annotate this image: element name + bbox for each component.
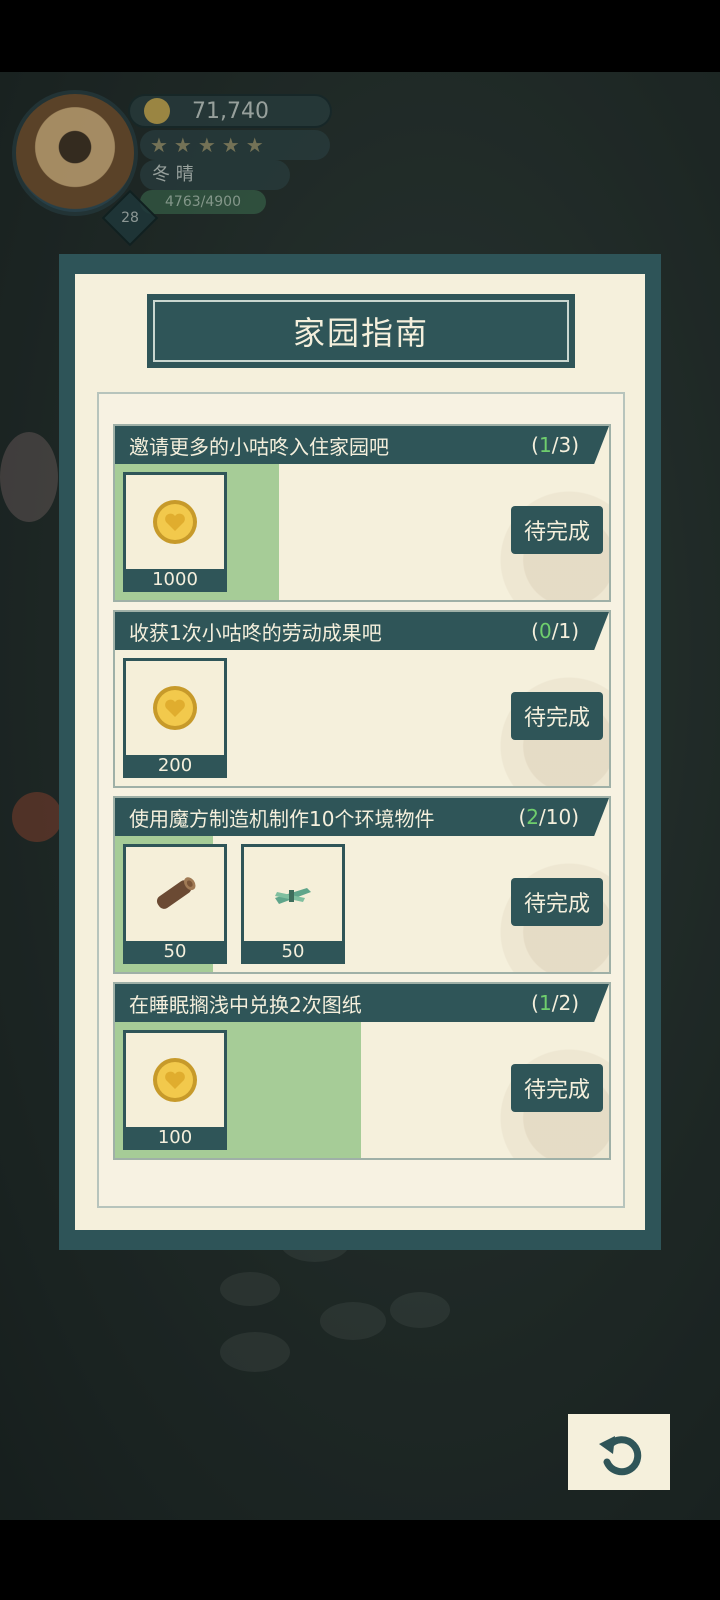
- task-name: 收获1次小咕咚的劳动成果吧: [129, 620, 382, 645]
- dialog-title-box: 家园指南: [147, 294, 575, 368]
- back-arrow-icon: [599, 1436, 642, 1476]
- gold-coin-icon: [153, 686, 197, 730]
- rating-stars: ★★★★★: [140, 130, 330, 160]
- season-weather: 冬 晴: [140, 160, 290, 190]
- reward-slot: 200: [123, 658, 227, 778]
- grass-bundle-icon: [275, 888, 311, 904]
- back-button[interactable]: [568, 1414, 670, 1490]
- reward-quantity: 200: [157, 755, 193, 776]
- coin-counter: 71,740: [128, 94, 332, 128]
- task-list: 邀请更多的小咕咚入住家园吧 (1/3) 1000 待完成 收获1次小咕咚的劳动成…: [97, 392, 625, 1208]
- reward-quantity: 1000: [152, 569, 198, 590]
- task-name: 使用魔方制造机制作10个环境物件: [129, 806, 435, 831]
- task-header: 邀请更多的小咕咚入住家园吧 (1/3): [115, 426, 609, 464]
- xp-bar: 4763/4900: [140, 190, 266, 214]
- wood-log-icon: [156, 877, 196, 909]
- task-count: (1/3): [531, 433, 579, 457]
- reward-quantity: 50: [163, 941, 187, 962]
- coin-value: 71,740: [192, 98, 269, 124]
- gold-coin-icon: [153, 1058, 197, 1102]
- task-name: 邀请更多的小咕咚入住家园吧: [129, 434, 389, 459]
- reward-slot: 50: [241, 844, 345, 964]
- player-hud: 71,740 ★★★★★ 冬 晴 4763/4900 28: [0, 72, 720, 272]
- task-header: 在睡眠搁浅中兑换2次图纸 (1/2): [115, 984, 609, 1022]
- task-count: (1/2): [531, 991, 579, 1015]
- dialog-body: 家园指南 邀请更多的小咕咚入住家园吧 (1/3) 1000 待完成 收获1次小咕…: [75, 274, 645, 1230]
- reward-slot: 50: [123, 844, 227, 964]
- gold-coin-icon: [153, 500, 197, 544]
- task-card: 收获1次小咕咚的劳动成果吧 (0/1) 200 待完成: [113, 610, 611, 788]
- task-count: (0/1): [531, 619, 579, 643]
- task-card: 使用魔方制造机制作10个环境物件 (2/10) 50 50 待完成: [113, 796, 611, 974]
- reward-quantity: 100: [157, 1127, 193, 1148]
- task-name: 在睡眠搁浅中兑换2次图纸: [129, 992, 362, 1017]
- task-header: 使用魔方制造机制作10个环境物件 (2/10): [115, 798, 609, 836]
- home-guide-dialog: 家园指南 邀请更多的小咕咚入住家园吧 (1/3) 1000 待完成 收获1次小咕…: [59, 254, 661, 1250]
- task-count: (2/10): [518, 805, 579, 829]
- pending-button[interactable]: 待完成: [511, 1064, 603, 1112]
- pending-button[interactable]: 待完成: [511, 692, 603, 740]
- reward-quantity: 50: [281, 941, 305, 962]
- reward-slot: 100: [123, 1030, 227, 1150]
- level-number: 28: [121, 210, 139, 226]
- task-card: 邀请更多的小咕咚入住家园吧 (1/3) 1000 待完成: [113, 424, 611, 602]
- reward-slot: 1000: [123, 472, 227, 592]
- coin-icon: [144, 98, 170, 124]
- pending-button[interactable]: 待完成: [511, 506, 603, 554]
- dialog-title: 家园指南: [153, 300, 569, 362]
- task-header: 收获1次小咕咚的劳动成果吧 (0/1): [115, 612, 609, 650]
- pending-button[interactable]: 待完成: [511, 878, 603, 926]
- task-card: 在睡眠搁浅中兑换2次图纸 (1/2) 100 待完成: [113, 982, 611, 1160]
